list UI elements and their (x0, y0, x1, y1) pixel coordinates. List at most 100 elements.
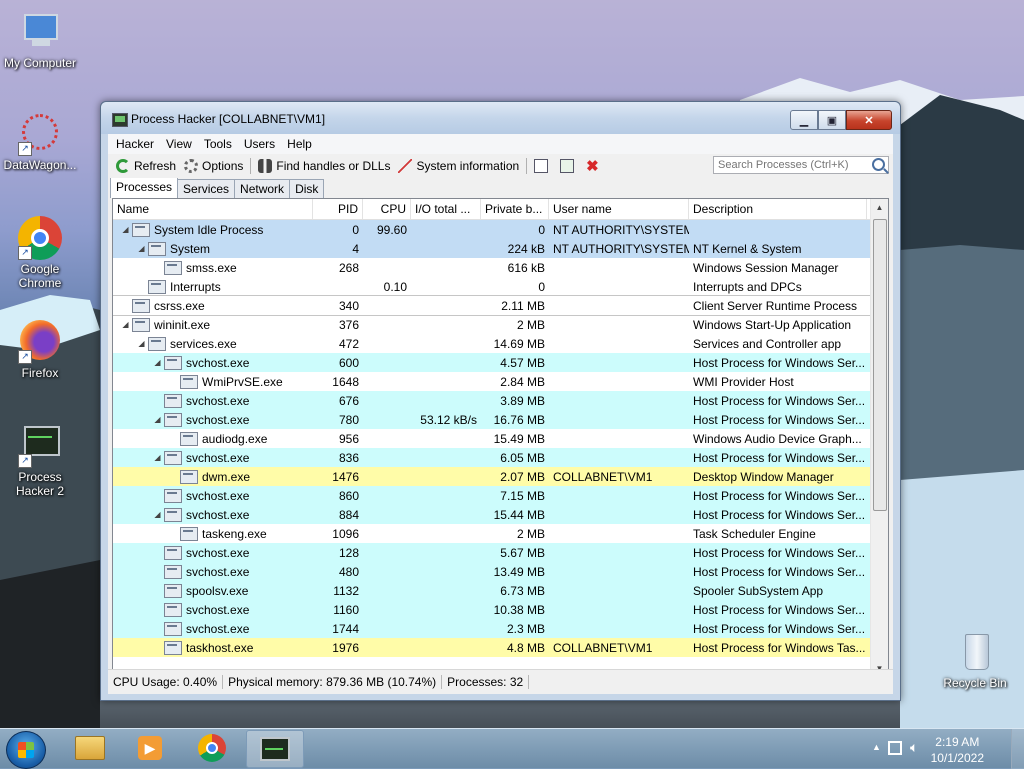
column-description[interactable]: Description (689, 199, 867, 219)
column-name[interactable]: Name (113, 199, 313, 219)
shortcut-arrow-icon: ↗ (18, 454, 32, 468)
table-row[interactable]: ◢ services.exe 472 14.69 MB Services and Con… (113, 334, 888, 353)
cell-description: Windows Session Manager (693, 260, 839, 275)
search-input[interactable] (713, 156, 889, 174)
find-handles-button[interactable]: Find handles or DLLs (254, 159, 394, 173)
expand-toggle-icon[interactable]: ◢ (153, 453, 162, 462)
terminate-button[interactable]: ✖ (582, 157, 603, 175)
cell-user-name: COLLABNET\VM1 (553, 469, 653, 484)
table-row[interactable]: ◢ System 4 224 kB NT AUTHORITY\SYSTEM NT Kern… (113, 239, 888, 258)
process-list[interactable]: Name PID CPU I/O total ... Private b... … (112, 198, 889, 678)
options-button[interactable]: Options (180, 159, 247, 173)
desktop-icon-my-computer[interactable]: My Computer (0, 10, 80, 70)
table-row[interactable]: spoolsv.exe 1132 6.73 MB Spooler SubSystem … (113, 581, 888, 600)
cell-pid: 472 (338, 336, 359, 351)
table-row[interactable]: ◢ svchost.exe 780 53.12 kB/s 16.76 MB Host Pr… (113, 410, 888, 429)
vertical-scrollbar[interactable]: ▲ ▼ (870, 199, 888, 677)
process-name: svchost.exe (186, 450, 250, 465)
refresh-button[interactable]: Refresh (112, 159, 180, 173)
table-row[interactable]: ◢ svchost.exe 600 4.57 MB Host Process for W… (113, 353, 888, 372)
desktop-icon-recycle-bin[interactable]: Recycle Bin (935, 630, 1015, 690)
menu-view[interactable]: View (160, 137, 198, 151)
taskbar-media-player[interactable]: ▶ (122, 730, 178, 766)
menu-tools[interactable]: Tools (198, 137, 238, 151)
tab-network[interactable]: Network (234, 179, 291, 198)
table-row[interactable]: svchost.exe 1160 10.38 MB Host Process for … (113, 600, 888, 619)
search-icon[interactable] (872, 158, 885, 171)
process-name: svchost.exe (186, 488, 250, 503)
title-bar[interactable]: Process Hacker [COLLABNET\VM1] ▁ ▣ ✕ (101, 102, 900, 134)
system-information-button[interactable]: System information (394, 159, 523, 173)
show-desktop-button[interactable] (1011, 729, 1024, 769)
menu-help[interactable]: Help (281, 137, 318, 151)
cell-pid: 676 (338, 393, 359, 408)
table-row[interactable]: smss.exe 268 616 kB Windows Session Manager (113, 258, 888, 277)
process-name: svchost.exe (186, 412, 250, 427)
volume-icon[interactable]: 🔈︎ (910, 739, 918, 756)
tab-services[interactable]: Services (177, 179, 236, 198)
taskbar-explorer[interactable] (62, 730, 118, 766)
cell-description: Host Process for Windows Ser... (693, 412, 866, 427)
table-row[interactable]: taskeng.exe 1096 2 MB Task Scheduler Engine (113, 524, 888, 543)
desktop-icon-firefox[interactable]: ↗ Firefox (0, 320, 80, 380)
menu-hacker[interactable]: Hacker (110, 137, 160, 151)
cell-description: Host Process for Windows Ser... (693, 450, 866, 465)
cell-private-bytes: 6.05 MB (500, 450, 545, 465)
table-row[interactable]: audiodg.exe 956 15.49 MB Windows Audio Devi… (113, 429, 888, 448)
menu-users[interactable]: Users (238, 137, 281, 151)
column-cpu[interactable]: CPU (363, 199, 411, 219)
close-button[interactable]: ✕ (846, 110, 892, 130)
table-row[interactable]: ◢ svchost.exe 884 15.44 MB Host Process for … (113, 505, 888, 524)
expand-toggle-icon[interactable]: ◢ (121, 225, 130, 234)
table-row[interactable]: taskhost.exe 1976 4.8 MB COLLABNET\VM1 Host … (113, 638, 888, 657)
column-io-total[interactable]: I/O total ... (411, 199, 481, 219)
scroll-up-arrow-icon[interactable]: ▲ (871, 199, 888, 216)
window-button[interactable] (530, 159, 556, 173)
clock[interactable]: 2:19 AM 10/1/2022 (931, 734, 984, 766)
cell-private-bytes: 2 MB (516, 526, 545, 541)
table-row[interactable]: svchost.exe 1744 2.3 MB Host Process for Wi… (113, 619, 888, 638)
table-row[interactable]: svchost.exe 860 7.15 MB Host Process for Wi… (113, 486, 888, 505)
taskbar-process-hacker[interactable] (246, 730, 304, 768)
desktop-icon-datawagon[interactable]: ↗ DataWagon... (0, 112, 80, 172)
chrome-icon: ↗ (18, 216, 62, 260)
minimize-button[interactable]: ▁ (790, 110, 818, 130)
go-to-button[interactable] (556, 159, 582, 173)
table-row[interactable]: Interrupts 0.10 0 Interrupts and DPCs (113, 277, 888, 296)
table-row[interactable]: ◢ System Idle Process 0 99.60 0 NT AUTHORITY\… (113, 220, 888, 239)
start-button[interactable] (6, 731, 46, 769)
table-row[interactable]: svchost.exe 676 3.89 MB Host Process for Wi… (113, 391, 888, 410)
table-row[interactable]: svchost.exe 128 5.67 MB Host Process for Wi… (113, 543, 888, 562)
table-row[interactable]: svchost.exe 480 13.49 MB Host Process for W… (113, 562, 888, 581)
desktop-icon-chrome[interactable]: ↗ Google Chrome (0, 216, 80, 290)
expand-toggle-icon[interactable]: ◢ (153, 415, 162, 424)
maximize-button[interactable]: ▣ (818, 110, 846, 130)
network-icon[interactable] (888, 741, 902, 755)
expand-toggle-icon[interactable]: ◢ (137, 244, 146, 253)
taskbar-chrome[interactable] (184, 730, 240, 766)
cell-name: audiodg.exe (113, 431, 313, 446)
scrollbar-thumb[interactable] (873, 219, 887, 511)
desktop-icon-process-hacker[interactable]: ↗ Process Hacker 2 (0, 424, 80, 498)
table-row[interactable]: WmiPrvSE.exe 1648 2.84 MB WMI Provider Host (113, 372, 888, 391)
cell-description: Services and Controller app (693, 336, 842, 351)
toolbar: Refresh Options Find handles or DLLs Sys… (108, 154, 893, 178)
expand-toggle-icon[interactable]: ◢ (137, 339, 146, 348)
tab-disk[interactable]: Disk (289, 179, 325, 198)
expand-toggle-icon[interactable]: ◢ (153, 358, 162, 367)
column-user-name[interactable]: User name (549, 199, 689, 219)
table-row[interactable]: csrss.exe 340 2.11 MB Client Server Runtime… (113, 295, 888, 316)
column-pid[interactable]: PID (313, 199, 363, 219)
expand-toggle-icon[interactable]: ◢ (121, 320, 130, 329)
column-private-bytes[interactable]: Private b... (481, 199, 549, 219)
table-row[interactable]: ◢ wininit.exe 376 2 MB Windows Start-Up Appl… (113, 315, 888, 334)
table-row[interactable]: dwm.exe 1476 2.07 MB COLLABNET\VM1 Desktop W… (113, 467, 888, 486)
cell-name: ◢ svchost.exe (113, 450, 313, 465)
cell-name: csrss.exe (113, 298, 313, 313)
process-icon (164, 583, 182, 598)
table-row[interactable]: ◢ svchost.exe 836 6.05 MB Host Process for W… (113, 448, 888, 467)
process-name: svchost.exe (186, 564, 250, 579)
expand-toggle-icon[interactable]: ◢ (153, 510, 162, 519)
tab-processes[interactable]: Processes (110, 177, 179, 198)
show-hidden-icons-icon[interactable]: ▲ (872, 742, 881, 752)
